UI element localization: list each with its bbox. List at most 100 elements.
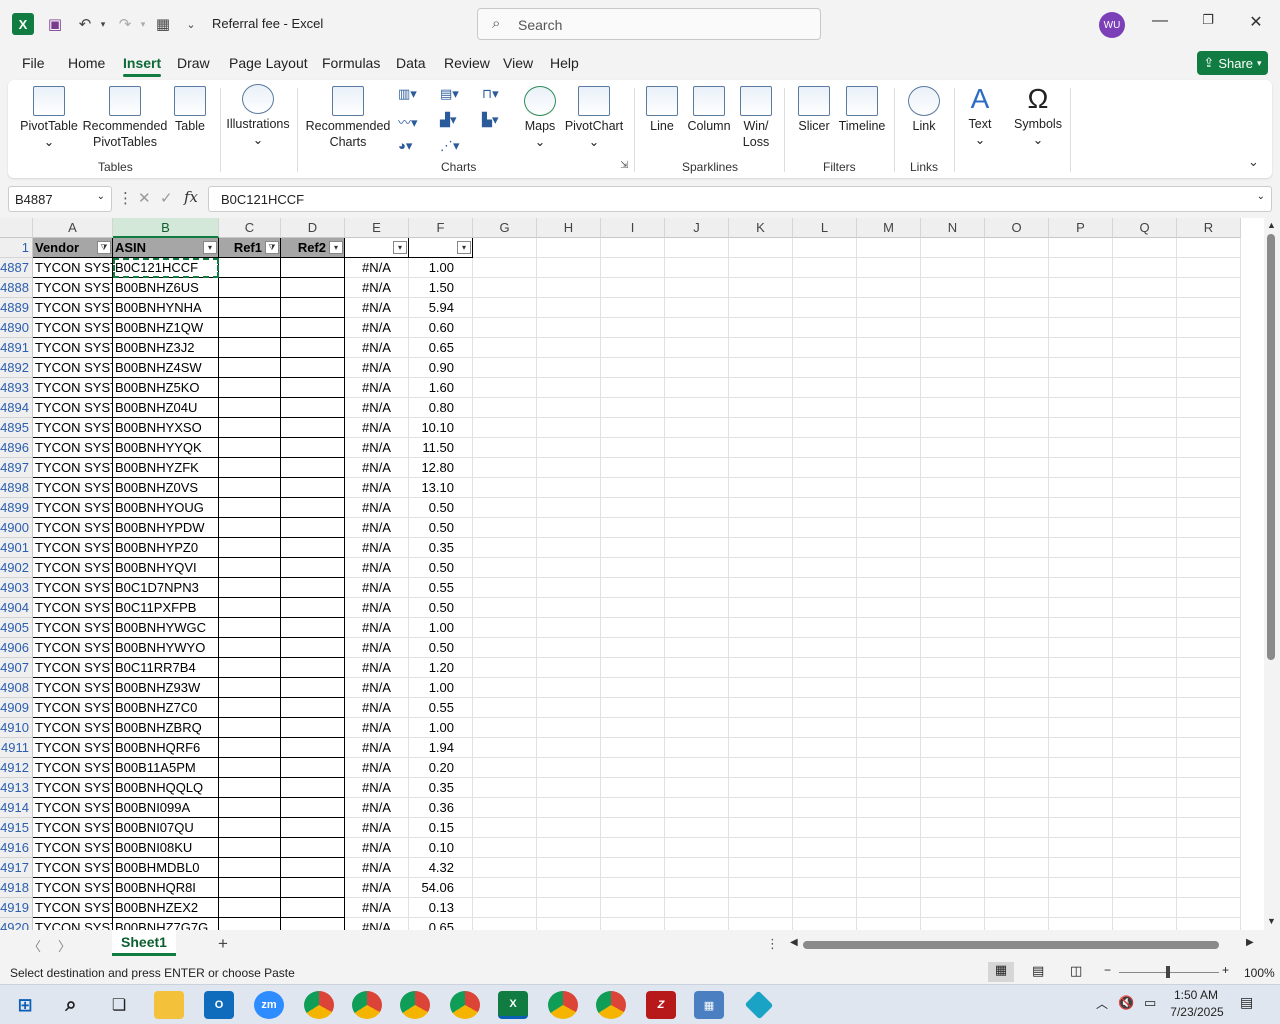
zoom-in-icon[interactable]: + — [1222, 963, 1229, 977]
expand-formula-icon[interactable]: ⌄ — [1257, 191, 1265, 202]
empty-cell[interactable] — [729, 598, 793, 618]
row-header[interactable]: 4920 — [0, 918, 33, 930]
asin-cell[interactable]: B00BNHZEX2 — [113, 898, 219, 918]
empty-cell[interactable] — [857, 338, 921, 358]
empty-cell[interactable] — [857, 498, 921, 518]
ref2-cell[interactable] — [281, 378, 345, 398]
empty-cell[interactable] — [793, 618, 857, 638]
vendor-cell[interactable]: TYCON SYSTE — [33, 418, 113, 438]
empty-cell[interactable] — [1049, 298, 1113, 318]
row-header[interactable]: 4915 — [0, 818, 33, 838]
search-icon[interactable]: ⌕ — [56, 991, 86, 1019]
page-break-view-icon[interactable]: ◫ — [1070, 963, 1082, 979]
chrome-icon[interactable] — [548, 991, 578, 1019]
empty-cell[interactable] — [601, 498, 665, 518]
empty-cell[interactable] — [1049, 918, 1113, 930]
empty-cell[interactable] — [1113, 838, 1177, 858]
empty-cell[interactable] — [857, 358, 921, 378]
empty-cell[interactable] — [729, 418, 793, 438]
empty-cell[interactable] — [537, 618, 601, 638]
ref1-cell[interactable] — [219, 698, 281, 718]
empty-cell[interactable] — [1049, 778, 1113, 798]
empty-cell[interactable] — [1177, 878, 1241, 898]
fx-icon[interactable]: fx — [184, 188, 198, 206]
timeline-button[interactable]: Timeline — [836, 86, 888, 134]
empty-cell[interactable] — [601, 718, 665, 738]
horizontal-scroll-thumb[interactable] — [803, 941, 1219, 949]
empty-cell[interactable] — [921, 898, 985, 918]
asin-cell[interactable]: B00BNHZBRQ — [113, 718, 219, 738]
empty-cell[interactable] — [921, 378, 985, 398]
tab-formulas[interactable]: Formulas — [322, 55, 380, 71]
empty-cell[interactable] — [1177, 498, 1241, 518]
empty-cell[interactable] — [921, 838, 985, 858]
lookup-cell[interactable]: #N/A — [345, 918, 409, 930]
ref1-cell[interactable] — [219, 338, 281, 358]
empty-cell[interactable] — [921, 678, 985, 698]
asin-cell[interactable]: B00BNHYXSO — [113, 418, 219, 438]
windows-start-icon[interactable]: ⊞ — [10, 991, 40, 1019]
empty-cell[interactable] — [985, 578, 1049, 598]
empty-cell[interactable] — [921, 618, 985, 638]
empty-cell[interactable] — [1113, 258, 1177, 278]
empty-cell[interactable] — [537, 818, 601, 838]
sparkline-winloss-button[interactable]: Win/ Loss — [736, 86, 776, 150]
ref1-cell[interactable] — [219, 558, 281, 578]
fee-cell[interactable]: 1.00 — [409, 718, 473, 738]
vendor-cell[interactable]: TYCON SYSTE — [33, 538, 113, 558]
empty-cell[interactable] — [793, 518, 857, 538]
empty-cell[interactable] — [729, 378, 793, 398]
empty-cell[interactable] — [537, 778, 601, 798]
empty-cell[interactable] — [729, 878, 793, 898]
empty-cell[interactable] — [601, 858, 665, 878]
vendor-cell[interactable]: TYCON SYSTE — [33, 718, 113, 738]
fee-cell[interactable]: 0.35 — [409, 538, 473, 558]
empty-cell[interactable] — [793, 498, 857, 518]
empty-cell[interactable] — [793, 458, 857, 478]
empty-cell[interactable] — [601, 898, 665, 918]
empty-cell[interactable] — [1177, 378, 1241, 398]
empty-cell[interactable] — [665, 498, 729, 518]
empty-cell[interactable] — [1113, 778, 1177, 798]
ref1-cell[interactable] — [219, 518, 281, 538]
empty-cell[interactable] — [1113, 498, 1177, 518]
empty-cell[interactable] — [665, 598, 729, 618]
ref2-cell[interactable] — [281, 258, 345, 278]
empty-cell[interactable] — [537, 238, 601, 258]
illustrations-button[interactable]: Illustrations ⌄ — [224, 84, 292, 148]
ref1-cell[interactable] — [219, 858, 281, 878]
empty-cell[interactable] — [601, 798, 665, 818]
asin-cell[interactable]: B00B11A5PM — [113, 758, 219, 778]
empty-cell[interactable] — [1113, 398, 1177, 418]
empty-cell[interactable] — [857, 258, 921, 278]
empty-cell[interactable] — [985, 618, 1049, 638]
empty-cell[interactable] — [729, 398, 793, 418]
filter-active-icon[interactable]: ⧩ — [97, 241, 111, 254]
empty-cell[interactable] — [729, 758, 793, 778]
empty-cell[interactable] — [1049, 698, 1113, 718]
empty-cell[interactable] — [857, 598, 921, 618]
empty-cell[interactable] — [601, 638, 665, 658]
empty-cell[interactable] — [921, 238, 985, 258]
empty-cell[interactable] — [1177, 258, 1241, 278]
empty-cell[interactable] — [985, 738, 1049, 758]
empty-cell[interactable] — [793, 478, 857, 498]
fee-cell[interactable]: 0.50 — [409, 518, 473, 538]
empty-cell[interactable] — [665, 538, 729, 558]
column-header[interactable]: E — [345, 218, 409, 238]
row-header[interactable]: 4911 — [0, 738, 33, 758]
empty-cell[interactable] — [1049, 438, 1113, 458]
empty-cell[interactable] — [473, 818, 537, 838]
table-button[interactable]: Table — [168, 86, 212, 134]
row-header[interactable]: 4900 — [0, 518, 33, 538]
scroll-up-icon[interactable]: ▲ — [1267, 220, 1276, 230]
empty-cell[interactable] — [985, 478, 1049, 498]
lookup-cell[interactable]: #N/A — [345, 778, 409, 798]
empty-cell[interactable] — [1113, 738, 1177, 758]
asin-cell[interactable]: B00BNHYOUG — [113, 498, 219, 518]
chrome-icon[interactable] — [304, 991, 334, 1019]
ref2-cell[interactable] — [281, 758, 345, 778]
ref2-cell[interactable] — [281, 718, 345, 738]
pivottable-button[interactable]: PivotTable ⌄ — [18, 86, 80, 150]
empty-cell[interactable] — [921, 458, 985, 478]
